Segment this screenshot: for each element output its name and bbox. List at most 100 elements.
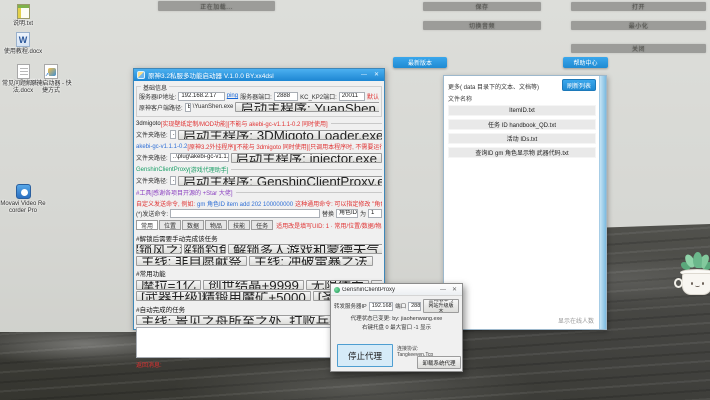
stop-proxy-button[interactable]: 停止代理 [337,344,393,367]
online-count-label: 显示在线人数 [557,319,594,325]
overlay-bar[interactable]: 关闭 [571,44,706,53]
launch-client-button[interactable]: 启动主程序: YuanShen.exe [235,102,379,112]
section-common-title: #常用功能 [136,271,166,278]
succulent-leaf [692,251,703,269]
proxy-status-text: 代理状态已变更: by: jiaohenwang.exe [350,316,443,322]
panel-header-text: 更多( data 目录下的文本、文档等) [448,85,540,91]
unlock-fishing-button[interactable]: 解锁钓鱼 [184,244,226,254]
overlay-bar[interactable]: 最小化 [571,21,706,30]
server-ip-input[interactable]: 192.168.2.17 [178,91,225,101]
file-list-panel: 更多( data 目录下的文本、文档等) 刷新列表 文件名称 ItemID.tx… [443,75,607,330]
replace-target-input[interactable]: 角色ID [335,209,358,218]
launcher-app-icon [137,71,145,79]
weapon-ore-button[interactable]: [武器升级]精锻用魔矿+5000 [136,291,311,301]
cup-face-eye [691,282,693,285]
3dmigoto-path-input[interactable]: ..\plug\3dmigoto [169,130,176,139]
cup-face-mouth [695,284,700,287]
file-list-item[interactable]: 任务 ID handbook_QD.txt [448,119,596,130]
replace-label: 替换 [321,212,334,218]
forward-ip-input[interactable]: 192.168.2.17 [368,301,394,311]
launch-proxy-button[interactable]: 启动主程序: GenshinClientProxy.exe [177,175,382,186]
akebi-path-input[interactable]: ..\plug\akebi-gc-v1.1.1-0.2 [169,153,229,162]
word-doc-icon: W [16,32,30,47]
tab-data[interactable]: 数据 [182,220,205,230]
toast-pill-left[interactable]: 最新版本 [393,57,447,68]
ping-link[interactable]: ping [227,93,238,99]
uninstall-proxy-button[interactable]: 卸载系统代理 [417,356,461,369]
proxy-note: [游戏代理助手] [189,168,229,174]
proxy-dialog: GenshinClientProxy — ✕ 转发服务器IP 192.168.2… [330,283,463,372]
forward-port-input[interactable]: 2888 [408,301,421,311]
desktop-icon-label: 说明.txt [12,21,33,27]
unlock-wind-glider-button[interactable]: 解锁风之翼 [136,244,182,254]
screen-recorder-icon [15,184,31,199]
app-shortcut-icon [44,64,58,79]
minimize-icon[interactable]: — [359,72,369,78]
launch-3dmigoto-button[interactable]: 启动主程序: 3DMigoto Loader.exe [177,129,382,140]
desktop-icon-recorder[interactable]: Movavi Video Recorder Pro [0,184,46,214]
overlay-bar[interactable]: 打开 [571,2,706,11]
forward-ip-label: 转发服务器IP [334,304,367,310]
server-port-input[interactable]: 2888 [273,91,299,101]
unlock-coop-weather-button[interactable]: 解锁多人游戏和蒙德天气 [228,244,382,254]
mora-button[interactable]: 摩拉=1亿 [136,279,202,290]
as-label: 为 [359,212,366,218]
tab-common[interactable]: 常用 [136,220,159,230]
send-command-input[interactable] [170,209,320,218]
close-icon[interactable]: ✕ [372,72,381,78]
tab-quests[interactable]: 任务 [251,220,274,230]
client-path-input[interactable]: E:\Grasscutter32\YuanShen.3.2.0(YuanShen… [184,102,191,112]
proxy-app-icon [334,286,340,293]
file-list-item[interactable]: 活动 IDs.txt [448,133,596,144]
tools-section-label: #工具[感谢各项目开源的 +Star 大佬] [136,191,233,197]
cup-face-eye [702,282,704,285]
overlay-bar[interactable]: 切换音频 [423,21,541,30]
refresh-list-button[interactable]: 刷新列表 [561,79,596,91]
primogem-button[interactable]: 创世结晶+9999 [203,279,304,290]
akebi-note: [原神3.2外挂程序][不能与 3dmigoto 同时使用][只调用本程序时, … [187,145,382,151]
tab-position[interactable]: 位置 [159,220,182,230]
kcp-port-input[interactable]: 20011 [338,91,365,101]
uid-input[interactable]: 1 [368,209,382,218]
notepad-icon [16,4,30,19]
client-exe-note: \YuanShen.exe [192,104,234,110]
cup-body [682,273,710,295]
desktop-icon-word[interactable]: W 使用教程.docx [0,32,46,56]
forward-port-label: 端口 [395,304,407,310]
overlay-bar[interactable]: 保存 [423,2,541,11]
mainline-quest-button[interactable]: 主线: 冲破雷暴之法 [248,255,373,266]
check-version-button[interactable]: 查询版本与网站升级版本 [423,299,459,313]
3dmigoto-name: 3dmigoto [136,120,161,127]
server-port-label: 服务器端口: [240,94,272,101]
mainline-quest-button[interactable]: 主线: 非自愿献祭 [136,255,247,266]
overlay-bar-center[interactable]: 正在加载... [158,1,275,11]
command-hint-pre: 自定义发送命令, 例如: [136,201,196,208]
proxy-dialog-titlebar[interactable]: GenshinClientProxy — ✕ [331,284,462,296]
tray-note-text: 右键托盘 0 最大窗口 -1 显示 [361,325,432,331]
tab-items[interactable]: 物品 [205,220,228,230]
akebi-name: akebi-gc-v1.1.1-0.2 [136,143,188,150]
succulent-cup-sticker [674,251,710,300]
proxy-dialog-title: GenshinClientProxy [342,286,396,293]
launch-akebi-button[interactable]: 启动主程序: injector.exe [230,152,382,163]
launcher-titlebar[interactable]: 原神3.2私服多功能启动器 V.1.0.0 BY.xx4dsl — ✕ [134,69,384,81]
section-unlock-title: #解锁后需要手动完成该任务 [136,235,218,243]
send-command-label: (*)发送命令: [136,212,168,218]
desktop-icon-notes[interactable]: 说明.txt [0,4,46,28]
desktop-icon-label: 使用教程.docx [3,49,43,55]
toast-pill-right[interactable]: 帮助中心 [563,57,608,68]
minimize-icon[interactable]: — [438,287,448,293]
panel-scrollbar[interactable] [599,76,606,329]
command-hint-example: gm 角色ID item add 202 100000000 [197,201,294,208]
file-list-item[interactable]: ItemID.txt [448,105,596,116]
desktop-icon-label: Movavi Video Recorder Pro [0,201,46,214]
tab-skills[interactable]: 技能 [228,220,251,230]
group-basic-info-label: 基础信息 [141,83,170,92]
proxy-path-input[interactable]: ..\plug\内部助手 [169,176,176,185]
file-list-item[interactable]: 查询ID gm 角色显示物 武器代码.txt [448,147,596,158]
close-icon[interactable]: ✕ [450,287,459,293]
desktop-icon-launcher-shortcut[interactable]: 原神启动器 - 快捷方式 [28,64,74,94]
proxy-name: GenshinClientProxy [136,166,190,173]
file-name-column-header: 文件名称 [448,97,473,103]
proxy-path-label: 文件夹路径: [136,179,168,185]
